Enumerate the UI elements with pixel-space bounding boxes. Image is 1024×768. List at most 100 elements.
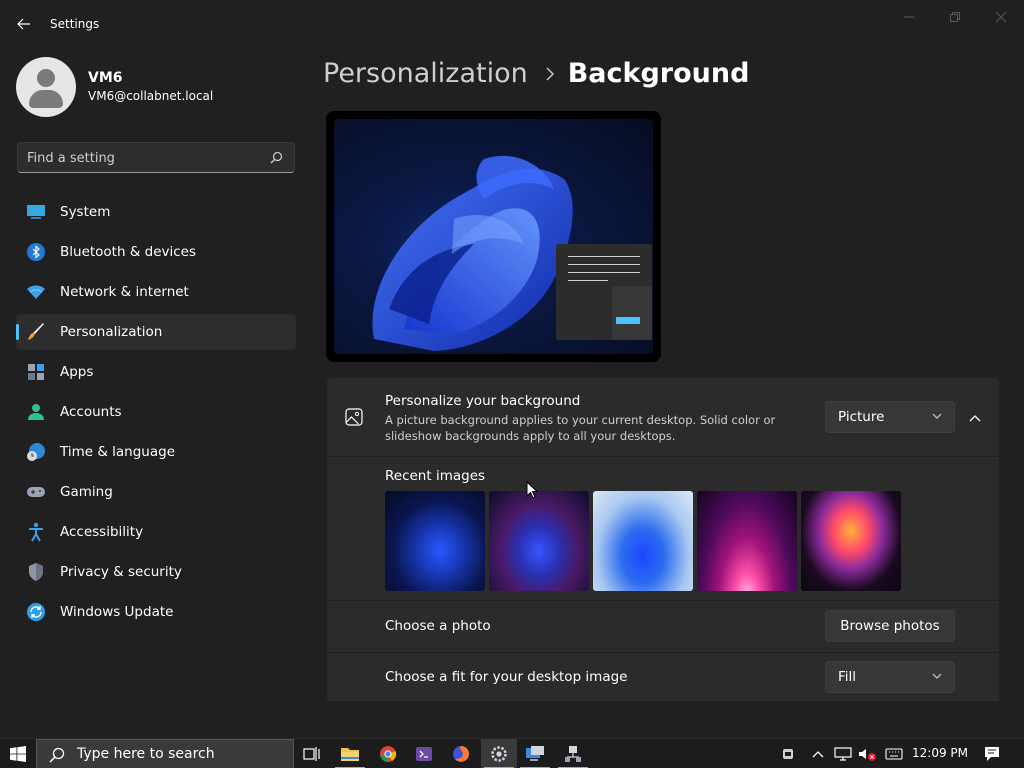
- sidebar-nav: System Bluetooth & devices Network & int…: [16, 194, 296, 634]
- taskbar-firefox[interactable]: [443, 739, 479, 768]
- sidebar-item-time-language[interactable]: Time & language: [16, 434, 296, 470]
- profile-email: VM6@collabnet.local: [88, 89, 214, 103]
- keyboard-icon: [885, 748, 903, 760]
- sidebar-item-label: Apps: [60, 364, 94, 380]
- tray-notifications-app[interactable]: [778, 739, 798, 768]
- browse-photos-button[interactable]: Browse photos: [825, 610, 955, 642]
- chevron-down-icon: [932, 673, 942, 679]
- back-button[interactable]: [12, 12, 36, 36]
- search-input[interactable]: [27, 149, 267, 167]
- sidebar-item-network[interactable]: Network & internet: [16, 274, 296, 310]
- sidebar-item-gaming[interactable]: Gaming: [16, 474, 296, 510]
- recent-images-list: [385, 491, 905, 591]
- breadcrumb-parent[interactable]: Personalization: [323, 58, 528, 89]
- personalize-background-card: Personalize your background A picture ba…: [327, 378, 999, 456]
- sidebar-item-label: Personalization: [60, 324, 163, 340]
- close-button[interactable]: [978, 6, 1024, 28]
- fit-dropdown[interactable]: Fill: [825, 661, 955, 693]
- sidebar-item-label: Network & internet: [60, 284, 189, 300]
- tray-volume[interactable]: [856, 739, 878, 768]
- profile-name: VM6: [88, 70, 123, 86]
- taskbar-remote-desktop[interactable]: [517, 739, 553, 768]
- sidebar-item-label: Bluetooth & devices: [60, 244, 197, 260]
- network-computer-icon: [565, 746, 581, 762]
- choose-fit-label: Choose a fit for your desktop image: [385, 669, 628, 685]
- sidebar-item-privacy-security[interactable]: Privacy & security: [16, 554, 296, 590]
- background-description: A picture background applies to your cur…: [385, 413, 776, 443]
- avatar: [16, 57, 76, 117]
- paintbrush-icon: [26, 322, 46, 342]
- recent-image-4[interactable]: [697, 491, 797, 591]
- recent-image-5[interactable]: [801, 491, 901, 591]
- update-icon: [26, 602, 46, 622]
- restore-button[interactable]: [932, 6, 978, 28]
- sidebar-item-accounts[interactable]: Accounts: [16, 394, 296, 430]
- show-hidden-icons-button[interactable]: [808, 739, 828, 768]
- chrome-icon: [380, 746, 397, 762]
- choose-fit-row: Choose a fit for your desktop image Fill: [327, 653, 999, 701]
- chevron-up-icon: [969, 414, 981, 421]
- taskbar-clock[interactable]: 12:09 PM: [906, 746, 974, 760]
- sidebar-item-apps[interactable]: Apps: [16, 354, 296, 390]
- start-button[interactable]: [0, 739, 36, 768]
- sidebar-item-label: Privacy & security: [60, 564, 182, 580]
- page-title: Background: [567, 58, 750, 89]
- recent-images-label: Recent images: [385, 468, 486, 484]
- bluetooth-icon: [26, 242, 46, 262]
- choose-photo-label: Choose a photo: [385, 618, 491, 634]
- person-icon: [26, 402, 46, 422]
- desktop-preview: [326, 111, 661, 362]
- taskbar-search-placeholder: Type here to search: [77, 746, 215, 762]
- chevron-down-icon: [932, 413, 942, 419]
- minimize-button[interactable]: [886, 6, 932, 28]
- notification-icon: [985, 747, 999, 761]
- background-title: Personalize your background: [385, 393, 581, 409]
- tray-network[interactable]: [832, 739, 854, 768]
- task-view-button[interactable]: [294, 739, 330, 768]
- search-icon[interactable]: [270, 151, 283, 164]
- chevron-right-icon: [546, 67, 554, 81]
- network-icon: [834, 747, 852, 761]
- taskbar-network-tool[interactable]: [555, 739, 591, 768]
- taskbar-visual-studio[interactable]: [406, 739, 442, 768]
- tray-input-indicator[interactable]: [882, 739, 906, 768]
- sidebar-item-system[interactable]: System: [16, 194, 296, 230]
- search-icon: [49, 747, 65, 763]
- volume-muted-icon: [859, 749, 876, 761]
- background-type-dropdown[interactable]: Picture: [825, 401, 955, 433]
- recent-images-section: Recent images: [327, 457, 999, 600]
- firefox-icon: [453, 746, 469, 762]
- collapse-button[interactable]: [963, 406, 987, 430]
- wifi-icon: [26, 282, 46, 302]
- gear-icon: [491, 746, 507, 762]
- user-profile[interactable]: VM6 VM6@collabnet.local: [16, 57, 213, 117]
- taskbar-file-explorer[interactable]: [332, 739, 368, 768]
- restore-icon: [950, 12, 960, 22]
- monitor-icon: [26, 202, 46, 222]
- sidebar-item-label: Accessibility: [60, 524, 144, 540]
- recent-image-1[interactable]: [385, 491, 485, 591]
- tray-app-icon: [783, 749, 793, 759]
- sidebar-item-bluetooth[interactable]: Bluetooth & devices: [16, 234, 296, 270]
- mouse-cursor-icon: [526, 481, 538, 499]
- taskbar-chrome[interactable]: [370, 739, 406, 768]
- image-icon: [345, 408, 363, 426]
- sidebar-item-label: System: [60, 204, 111, 220]
- back-arrow-icon: [17, 18, 30, 30]
- dropdown-value: Picture: [838, 409, 885, 425]
- notification-center-button[interactable]: [978, 739, 1006, 768]
- dropdown-value: Fill: [838, 669, 857, 685]
- settings-search[interactable]: [17, 142, 295, 173]
- sidebar-item-accessibility[interactable]: Accessibility: [16, 514, 296, 550]
- recent-image-3[interactable]: [593, 491, 693, 591]
- sidebar-item-personalization[interactable]: Personalization: [16, 314, 296, 350]
- preview-wallpaper: [334, 119, 653, 354]
- sidebar-item-windows-update[interactable]: Windows Update: [16, 594, 296, 630]
- choose-photo-row: Choose a photo Browse photos: [327, 601, 999, 652]
- taskbar-search[interactable]: Type here to search: [36, 739, 294, 768]
- shield-icon: [26, 562, 46, 582]
- recent-image-2[interactable]: [489, 491, 589, 591]
- minimize-icon: [904, 16, 914, 18]
- taskbar-settings[interactable]: [481, 739, 517, 768]
- app-title: Settings: [50, 17, 100, 31]
